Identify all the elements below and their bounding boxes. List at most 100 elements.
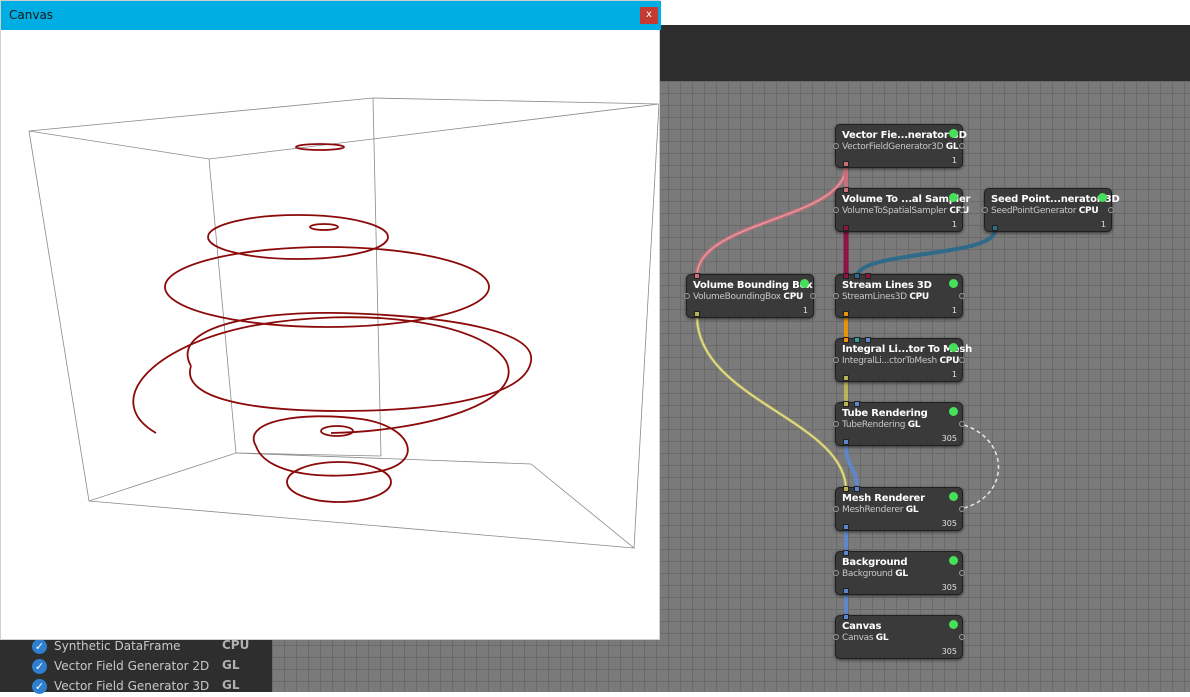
link-port-icon[interactable]	[833, 207, 839, 213]
link-port-icon[interactable]	[833, 421, 839, 427]
processor-node-stream-lines-3d[interactable]: Stream Lines 3D StreamLines3D CPU 1	[833, 273, 965, 318]
canvas-window[interactable]: Canvas x	[0, 0, 661, 640]
node-subtitle: VolumeBoundingBox CPU	[693, 292, 803, 302]
streamlines	[132, 143, 532, 503]
node-tag: CPU	[909, 292, 929, 302]
connection-wire[interactable]	[695, 315, 848, 491]
node-count: 1	[951, 306, 957, 315]
processor-node-canvas[interactable]: Canvas Canvas GL 305	[833, 614, 965, 659]
canvas-title: Canvas	[9, 8, 54, 22]
inport-icon[interactable]	[843, 273, 849, 279]
node-count: 1	[951, 370, 957, 379]
node-subtitle: IntegralLi...ctorToMesh CPU	[842, 356, 959, 366]
outport-icon[interactable]	[843, 588, 849, 594]
link-port-icon[interactable]	[833, 293, 839, 299]
connection-wire[interactable]	[695, 165, 848, 277]
node-subtitle: VectorFieldGenerator3D GL	[842, 142, 959, 152]
link-port-icon[interactable]	[833, 143, 839, 149]
bounding-box	[28, 97, 659, 549]
processor-node-tube-rendering[interactable]: Tube Rendering TubeRendering GL 305	[833, 401, 965, 446]
link-port-icon[interactable]	[959, 357, 965, 363]
link-port-icon[interactable]	[982, 207, 988, 213]
link-port-icon[interactable]	[959, 293, 965, 299]
status-led-icon	[949, 556, 958, 565]
outport-icon[interactable]	[843, 161, 849, 167]
node-tag: GL	[875, 633, 889, 643]
inport-icon[interactable]	[843, 401, 849, 407]
link-port-icon[interactable]	[833, 634, 839, 640]
inport-icon[interactable]	[865, 337, 871, 343]
link-port-icon[interactable]	[1108, 207, 1114, 213]
processor-node-vector-field-generator-3d[interactable]: Vector Fie...nerator 3D VectorFieldGener…	[833, 124, 967, 168]
node-count: 305	[941, 583, 957, 592]
link-port-icon[interactable]	[959, 570, 965, 576]
canvas-titlebar[interactable]: Canvas x	[1, 1, 661, 30]
inport-icon[interactable]	[843, 550, 849, 556]
processor-node-seed-point-generator-3d[interactable]: Seed Point...nerator 3D SeedPointGenerat…	[982, 188, 1120, 232]
inport-icon[interactable]	[843, 486, 849, 492]
outport-icon[interactable]	[992, 225, 998, 231]
connection-wire[interactable]	[855, 229, 997, 278]
link-port-icon[interactable]	[959, 634, 965, 640]
link-port-icon[interactable]	[833, 506, 839, 512]
inport-icon[interactable]	[854, 337, 860, 343]
node-title: Canvas	[842, 621, 882, 632]
node-class: MeshRenderer	[842, 505, 904, 515]
node-title: Vector Fie...nerator 3D	[842, 130, 967, 141]
outport-icon[interactable]	[843, 375, 849, 381]
node-tag: CPU	[1078, 206, 1099, 216]
processor-node-volume-to-spatial-sampler[interactable]: Volume To ...al Sampler VolumeToSpatialS…	[833, 187, 970, 232]
inport-icon[interactable]	[865, 273, 871, 279]
processor-node-volume-bounding-box[interactable]: Volume Bounding Box VolumeBoundingBox CP…	[684, 273, 816, 318]
outport-icon[interactable]	[843, 311, 849, 317]
inport-icon[interactable]	[843, 614, 849, 620]
node-tag: CPU	[783, 292, 803, 302]
status-led-icon	[949, 193, 958, 202]
connection-wire[interactable]	[844, 443, 859, 491]
processor-node-mesh-renderer[interactable]: Mesh Renderer MeshRenderer GL 305	[833, 486, 965, 531]
node-title: Background	[842, 557, 908, 568]
link-port-icon[interactable]	[684, 293, 690, 299]
node-class: IntegralLi...ctorToMesh	[842, 356, 937, 366]
link-port-icon[interactable]	[833, 357, 839, 363]
node-count: 1	[802, 306, 808, 315]
inport-icon[interactable]	[843, 187, 849, 193]
node-tag: GL	[895, 569, 908, 579]
outport-icon[interactable]	[694, 311, 700, 317]
node-class: StreamLines3D	[842, 292, 907, 302]
node-count: 1	[951, 220, 957, 229]
processor-node-background[interactable]: Background Background GL 305	[833, 550, 965, 595]
node-class: VolumeBoundingBox	[693, 292, 781, 302]
inport-icon[interactable]	[694, 273, 700, 279]
processor-node-integral-line-vector-to-mesh[interactable]: Integral Li...tor To Mesh IntegralLi...c…	[833, 337, 972, 382]
link-port-icon[interactable]	[959, 421, 965, 427]
node-title: Mesh Renderer	[842, 493, 925, 504]
node-title: Stream Lines 3D	[842, 280, 932, 291]
node-class: TubeRendering	[842, 420, 906, 430]
outport-icon[interactable]	[843, 439, 849, 445]
outport-icon[interactable]	[843, 225, 849, 231]
node-tag: GL	[907, 420, 921, 430]
link-port-icon[interactable]	[833, 570, 839, 576]
close-button[interactable]: x	[640, 7, 658, 24]
inport-icon[interactable]	[854, 273, 860, 279]
status-led-icon	[949, 279, 958, 288]
inport-icon[interactable]	[854, 401, 860, 407]
link-port-icon[interactable]	[810, 293, 816, 299]
status-led-icon	[1098, 193, 1107, 202]
node-tag: GL	[945, 142, 959, 152]
node-title: Volume Bounding Box	[693, 280, 813, 291]
node-count: 1	[951, 156, 957, 165]
status-led-icon	[949, 129, 958, 138]
link-port-icon[interactable]	[959, 143, 965, 149]
link-port-icon[interactable]	[959, 207, 965, 213]
render-viewport[interactable]	[1, 30, 659, 639]
node-count: 305	[941, 519, 957, 528]
inport-icon[interactable]	[854, 486, 860, 492]
link-wire[interactable]	[963, 424, 1000, 509]
node-subtitle: Canvas GL	[842, 633, 889, 643]
inport-icon[interactable]	[843, 337, 849, 343]
node-subtitle: Background GL	[842, 569, 908, 579]
outport-icon[interactable]	[843, 524, 849, 530]
link-port-icon[interactable]	[959, 506, 965, 512]
